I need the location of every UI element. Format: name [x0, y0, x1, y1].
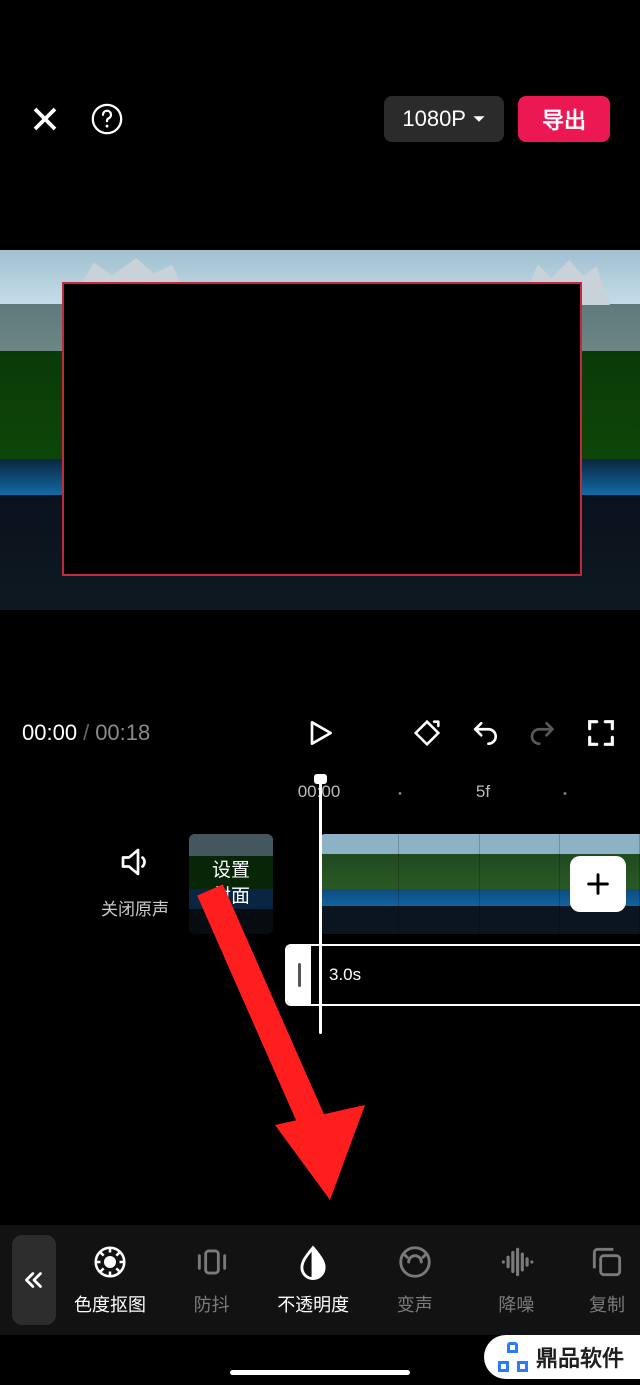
- mute-audio-button[interactable]: 关闭原声: [95, 844, 175, 920]
- frame-thumb: [399, 834, 479, 934]
- bottom-toolbar: 色度抠图 防抖 不透明度 变声 降噪 复制: [0, 1225, 640, 1335]
- watermark-text: 鼎品软件: [536, 1341, 624, 1373]
- time-total: 00:18: [95, 720, 150, 745]
- copy-icon: [588, 1243, 626, 1281]
- set-cover-button[interactable]: 设置 封面: [189, 834, 273, 934]
- chevrons-left-icon: [21, 1267, 47, 1293]
- overlay-clip[interactable]: 3.0s: [285, 944, 640, 1006]
- tool-copy[interactable]: 复制: [582, 1243, 632, 1317]
- video-preview[interactable]: [0, 250, 640, 610]
- resolution-button[interactable]: 1080P: [384, 96, 504, 142]
- redo-icon: [526, 716, 560, 750]
- chroma-icon: [91, 1243, 129, 1281]
- fullscreen-icon[interactable]: [584, 716, 618, 750]
- mute-label: 关闭原声: [95, 895, 175, 920]
- home-indicator: [230, 1370, 410, 1375]
- frame-thumb: [319, 834, 399, 934]
- overlay-selection[interactable]: [62, 282, 582, 576]
- tool-voice-change[interactable]: 变声: [379, 1243, 451, 1317]
- time-current: 00:00: [22, 720, 77, 745]
- watermark: 鼎品软件: [484, 1335, 640, 1379]
- playhead[interactable]: [319, 778, 322, 1034]
- cover-label: 设置 封面: [189, 834, 273, 934]
- play-button[interactable]: [304, 715, 336, 751]
- add-clip-button[interactable]: [570, 856, 626, 912]
- tool-chroma-key[interactable]: 色度抠图: [74, 1243, 146, 1317]
- export-label: 导出: [542, 103, 586, 135]
- chevron-down-icon: [472, 112, 486, 126]
- close-icon[interactable]: [30, 104, 60, 134]
- help-icon[interactable]: [90, 102, 124, 136]
- clip-duration: 3.0s: [329, 965, 361, 985]
- clip-handle-left[interactable]: [287, 946, 311, 1004]
- denoise-icon: [497, 1243, 535, 1281]
- watermark-logo: [498, 1342, 528, 1372]
- speaker-icon: [117, 844, 153, 880]
- opacity-icon: [294, 1243, 332, 1281]
- tool-denoise[interactable]: 降噪: [480, 1243, 552, 1317]
- stabilize-icon: [193, 1243, 231, 1281]
- resolution-label: 1080P: [402, 106, 466, 132]
- voice-icon: [396, 1243, 434, 1281]
- timecode: 00:00/00:18: [22, 720, 150, 746]
- tool-opacity[interactable]: 不透明度: [277, 1243, 349, 1317]
- undo-icon[interactable]: [468, 716, 502, 750]
- keyframe-icon[interactable]: [410, 716, 444, 750]
- ruler-mark-5f: 5f: [476, 782, 490, 802]
- export-button[interactable]: 导出: [518, 96, 610, 142]
- frame-thumb: [480, 834, 560, 934]
- tool-stabilize[interactable]: 防抖: [176, 1243, 248, 1317]
- toolbar-back-button[interactable]: [12, 1235, 56, 1325]
- plus-icon: [584, 870, 612, 898]
